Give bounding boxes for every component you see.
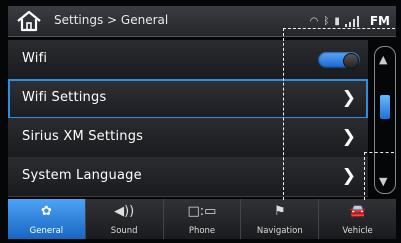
tab-label: Vehicle [342,226,373,236]
scroll-down-icon[interactable]: ▼ [379,175,387,188]
scroll-up-icon[interactable]: ▲ [379,53,387,66]
scroll-thumb[interactable] [380,95,390,119]
tab-sound[interactable]: ◀)) Sound [85,199,164,239]
tab-label: Navigation [256,226,303,236]
wifi-toggle[interactable] [318,52,360,69]
tab-label: General [29,226,64,236]
callout-line [364,152,394,153]
list-item-system-language[interactable]: System Language ❯ [8,157,368,197]
car-icon: 🚘 [349,204,366,219]
scrollbar[interactable]: ▲ ▼ [374,46,396,194]
tab-vehicle[interactable]: 🚘 Vehicle [319,199,396,239]
chevron-right-icon: ❯ [341,166,356,186]
cell-signal-icon [344,16,359,27]
list-item-label: Wifi Settings [22,90,107,105]
tab-navigation[interactable]: ⚑ Navigation [241,199,320,239]
gear-icon: ✿ [40,204,52,219]
tab-phone[interactable]: □:▭ Phone [163,199,242,239]
battery-icon: ▮ [334,15,340,27]
breadcrumb: Settings > General [54,13,169,27]
navigation-icon: ⚑ [273,204,286,219]
wifi-toggle-row[interactable]: Wifi [8,40,368,80]
tab-label: Phone [188,226,216,236]
chevron-right-icon: ❯ [341,127,356,147]
list-item-sirius-xm-settings[interactable]: Sirius XM Settings ❯ [8,118,368,158]
toggle-knob [343,53,359,69]
wifi-label: Wifi [22,51,48,66]
list-item-label: System Language [22,168,142,183]
speaker-icon: ◀)) [114,204,135,219]
tab-general[interactable]: ✿ General [8,199,86,239]
header-bar: Settings > General ◠ ᛒ ▮ FM [8,6,396,37]
tab-label: Sound [110,226,138,236]
infotainment-screen: Settings > General ◠ ᛒ ▮ FM Wifi Wifi Se… [0,0,401,243]
bluetooth-icon: ᛒ [323,15,330,27]
callout-line [283,28,284,200]
wifi-signal-icon: ◠ [309,15,319,27]
list-item-label: Sirius XM Settings [22,129,144,144]
radio-band-label: FM [369,14,390,28]
list-item-wifi-settings[interactable]: Wifi Settings ❯ [8,79,368,119]
callout-line [364,152,365,200]
tab-bar: ✿ General ◀)) Sound □:▭ Phone ⚑ Navigati… [8,199,396,239]
callout-line [283,28,395,29]
home-button[interactable] [12,9,46,33]
home-icon [17,10,41,32]
settings-list: Wifi Wifi Settings ❯ Sirius XM Settings … [8,40,368,197]
phone-icon: □:▭ [187,204,217,219]
chevron-right-icon: ❯ [341,88,356,108]
